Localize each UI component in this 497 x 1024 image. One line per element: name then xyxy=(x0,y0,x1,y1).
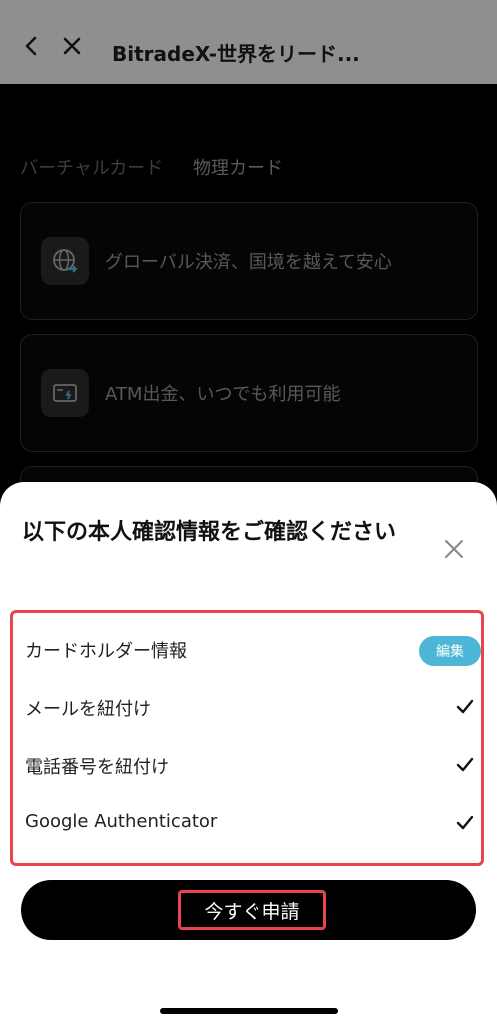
apply-now-button[interactable]: 今すぐ申請 xyxy=(21,880,476,940)
check-icon xyxy=(456,699,474,714)
edit-button[interactable]: 編集 xyxy=(419,636,481,666)
feature-card-atm: ATM出金、いつでも利用可能 xyxy=(20,334,478,452)
close-icon[interactable] xyxy=(60,34,84,58)
feature-label: グローバル決済、国境を越えて安心 xyxy=(105,252,392,273)
item-label: カードホルダー情報 xyxy=(25,641,187,662)
home-indicator xyxy=(160,1008,338,1014)
verification-list: カードホルダー情報 編集 メールを紐付け 電話番号を紐付け Google Aut… xyxy=(10,610,484,866)
close-icon[interactable] xyxy=(443,538,465,560)
verification-item-cardholder: カードホルダー情報 編集 xyxy=(25,629,481,669)
back-arrow-icon[interactable] xyxy=(20,34,44,58)
verification-bottom-sheet: 以下の本人確認情報をご確認ください カードホルダー情報 編集 メールを紐付け 電… xyxy=(0,482,497,1024)
item-label: メールを紐付け xyxy=(25,699,151,720)
tab-physical-card[interactable]: 物理カード xyxy=(193,158,283,179)
card-type-tabs: バーチャルカード 物理カード xyxy=(20,154,307,180)
globe-transfer-icon xyxy=(41,237,89,285)
feature-label: ATM出金、いつでも利用可能 xyxy=(105,384,341,405)
tab-virtual-card[interactable]: バーチャルカード xyxy=(20,158,163,179)
atm-card-icon xyxy=(41,369,89,417)
verification-item-email: メールを紐付け xyxy=(25,687,477,727)
check-icon xyxy=(456,815,474,830)
verification-item-google-authenticator: Google Authenticator xyxy=(25,803,477,843)
verification-item-phone: 電話番号を紐付け xyxy=(25,745,477,785)
page-title: BitradeX-世界をリード... xyxy=(112,42,360,66)
feature-card-global-payment: グローバル決済、国境を越えて安心 xyxy=(20,202,478,320)
top-bar: BitradeX-世界をリード... xyxy=(0,0,497,84)
item-label: Google Authenticator xyxy=(25,811,218,832)
item-label: 電話番号を紐付け xyxy=(25,757,169,778)
sheet-title: 以下の本人確認情報をご確認ください xyxy=(22,520,397,545)
check-icon xyxy=(456,757,474,772)
apply-now-label: 今すぐ申請 xyxy=(178,890,326,930)
